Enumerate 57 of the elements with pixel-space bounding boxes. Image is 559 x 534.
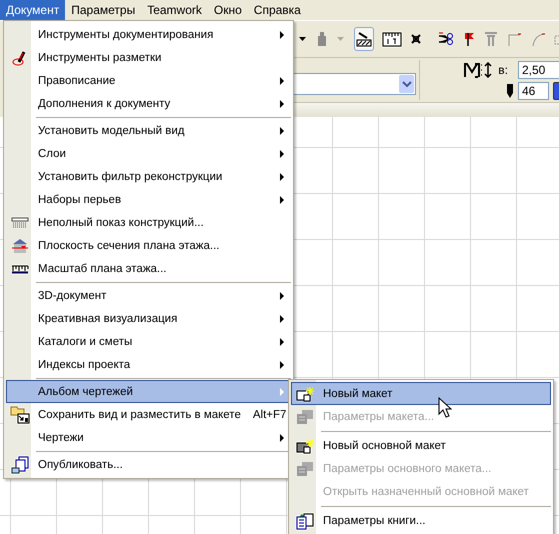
scissors-icon[interactable] <box>438 32 454 46</box>
corner-icon[interactable] <box>506 31 522 47</box>
hatch-icon <box>10 216 28 228</box>
ruler-icon[interactable] <box>382 31 402 47</box>
menu-item[interactable]: Сохранить вид и разместить в макете Alt+F7 <box>6 403 291 426</box>
dropdown-arrow-icon[interactable] <box>298 36 308 42</box>
dropdown-field[interactable] <box>292 73 416 95</box>
pen-field[interactable]: 46 <box>518 82 549 100</box>
menu-item[interactable]: Установить фильтр реконструкции <box>6 165 291 188</box>
layout-settings-icon <box>296 460 314 476</box>
hatch-tool-button[interactable] <box>354 27 374 51</box>
weight-icon[interactable] <box>316 31 328 47</box>
menu-item[interactable]: Новый основной макет <box>291 434 551 457</box>
menu-bar-item[interactable]: Teamwork <box>141 0 208 20</box>
height-icon <box>464 62 494 78</box>
chevron-down-icon[interactable] <box>402 80 412 88</box>
menu-item[interactable]: Плоскость сечения плана этажа... <box>6 234 291 257</box>
menu-item[interactable]: Правописание <box>6 69 291 92</box>
menu-item[interactable]: Альбом чертежей <box>6 380 291 403</box>
menu-item[interactable]: Опубликовать... <box>6 453 291 476</box>
menu-bar-item[interactable]: Параметры <box>65 0 142 20</box>
book-settings-icon <box>296 512 314 530</box>
cursor-icon <box>438 397 452 419</box>
pen-icon <box>506 82 514 98</box>
arc-icon[interactable] <box>530 31 546 47</box>
menu-item[interactable]: Наборы перьев <box>6 188 291 211</box>
ruler-icon <box>10 264 28 274</box>
menu-item[interactable]: Каталоги и сметы <box>6 330 291 353</box>
publish-icon <box>10 456 30 474</box>
menu-item[interactable]: Слои <box>6 142 291 165</box>
layout-settings-icon <box>296 408 314 424</box>
menu-item[interactable]: Инструменты документирования <box>6 23 291 46</box>
menu-bar-item[interactable]: Справка <box>248 0 307 20</box>
menu-bar-item[interactable]: Документ <box>0 0 66 20</box>
menu-bar-item[interactable]: Окно <box>208 0 248 20</box>
height-label: в: <box>498 62 508 76</box>
menu-item[interactable]: Установить модельный вид <box>6 119 291 142</box>
menu-item[interactable]: Неполный показ конструкций... <box>6 211 291 234</box>
new-layout-icon <box>296 386 314 402</box>
menu-item[interactable]: Чертежи <box>6 426 291 449</box>
menu-item[interactable]: Параметры книги... <box>291 509 551 532</box>
shortcut-label: Alt+F7 <box>252 408 288 420</box>
flag-icon[interactable] <box>462 31 476 47</box>
menu-item[interactable]: Инструменты разметки <box>6 46 291 69</box>
menu-item[interactable]: Индексы проекта <box>6 353 291 376</box>
height-field[interactable]: 2,50 <box>518 60 559 78</box>
pen-icon <box>12 50 28 66</box>
menu-item[interactable]: 3D-документ <box>6 284 291 307</box>
cross-icon[interactable] <box>410 33 422 45</box>
menu-item[interactable]: Масштаб плана этажа... <box>6 257 291 280</box>
folder-icon <box>10 406 30 424</box>
menu-item[interactable]: Новый макет <box>291 382 551 405</box>
menu-item[interactable]: Креативная визуализация <box>6 307 291 330</box>
section-plane-icon <box>10 238 28 254</box>
column-icon[interactable] <box>484 31 498 47</box>
new-layout-icon <box>296 438 314 454</box>
menu-item[interactable]: Дополнения к документу <box>6 92 291 115</box>
